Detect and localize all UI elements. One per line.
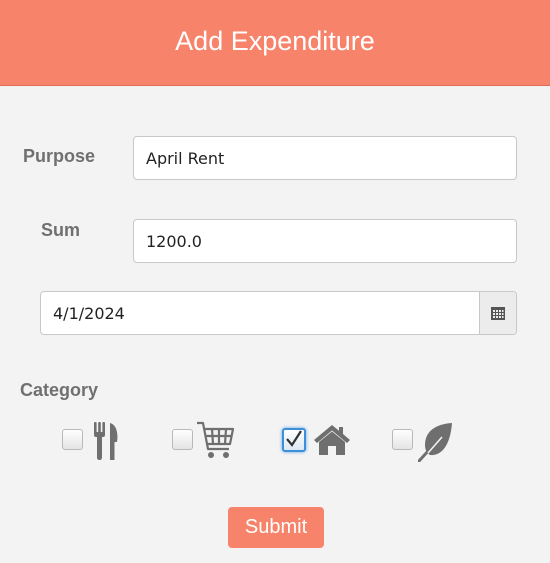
home-icon <box>314 425 350 455</box>
sum-input[interactable] <box>133 219 517 263</box>
page-title: Add Expenditure <box>175 26 375 56</box>
category-option-housing <box>282 418 354 464</box>
purpose-input[interactable] <box>133 136 517 180</box>
submit-button[interactable]: Submit <box>228 507 324 548</box>
shopping-cart-icon <box>197 421 235 458</box>
header-bar: Add Expenditure <box>0 0 550 86</box>
sum-label: Sum <box>41 220 81 240</box>
category-option-nature <box>392 418 462 464</box>
category-checkbox-shopping[interactable] <box>172 429 193 450</box>
category-checkbox-food[interactable] <box>62 429 83 450</box>
date-field <box>40 291 517 335</box>
date-input[interactable] <box>41 292 478 334</box>
checkmark-icon <box>286 430 302 447</box>
category-option-shopping <box>172 418 242 464</box>
category-checkbox-nature[interactable] <box>392 429 413 450</box>
purpose-label: Purpose <box>23 146 96 166</box>
calendar-icon <box>491 307 505 320</box>
fork-knife-icon <box>94 422 118 460</box>
calendar-button[interactable] <box>479 292 516 334</box>
category-checkbox-housing[interactable] <box>282 428 306 452</box>
category-label: Category <box>20 380 99 400</box>
leaf-icon <box>418 423 452 462</box>
category-option-food <box>62 418 132 464</box>
